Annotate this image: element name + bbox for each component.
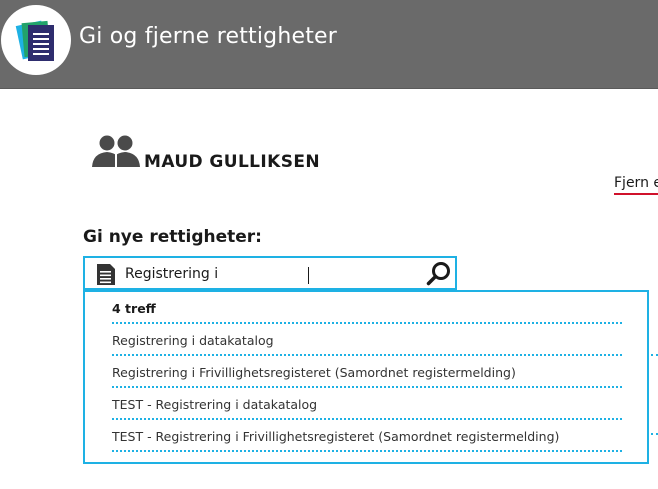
section-label: Gi nye rettigheter: (83, 227, 262, 247)
search-input[interactable] (125, 262, 415, 286)
document-icon (97, 264, 115, 285)
app-logo[interactable] (1, 5, 71, 75)
top-header: Gi og fjerne rettigheter (0, 0, 658, 89)
result-item[interactable]: Registrering i datakatalog (112, 326, 622, 356)
search-results-dropdown: 4 treff Registrering i datakatalog Regis… (83, 290, 649, 464)
result-item[interactable]: TEST - Registrering i datakatalog (112, 390, 622, 420)
search-field (83, 256, 457, 290)
documents-stack-icon (15, 20, 54, 61)
search-icon[interactable] (426, 261, 452, 287)
page-title: Gi og fjerne rettigheter (79, 24, 338, 49)
user-name: MAUD GULLIKSEN (144, 152, 320, 172)
result-count: 4 treff (112, 294, 622, 324)
background-list-divider (651, 433, 658, 437)
remove-rights-link[interactable]: Fjern e (614, 175, 658, 195)
users-icon (92, 135, 140, 167)
result-item[interactable]: TEST - Registrering i Frivillighetsregis… (112, 422, 622, 452)
result-item[interactable]: Registrering i Frivillighetsregisteret (… (112, 358, 622, 388)
background-list-divider (651, 354, 658, 358)
text-caret (308, 267, 309, 284)
